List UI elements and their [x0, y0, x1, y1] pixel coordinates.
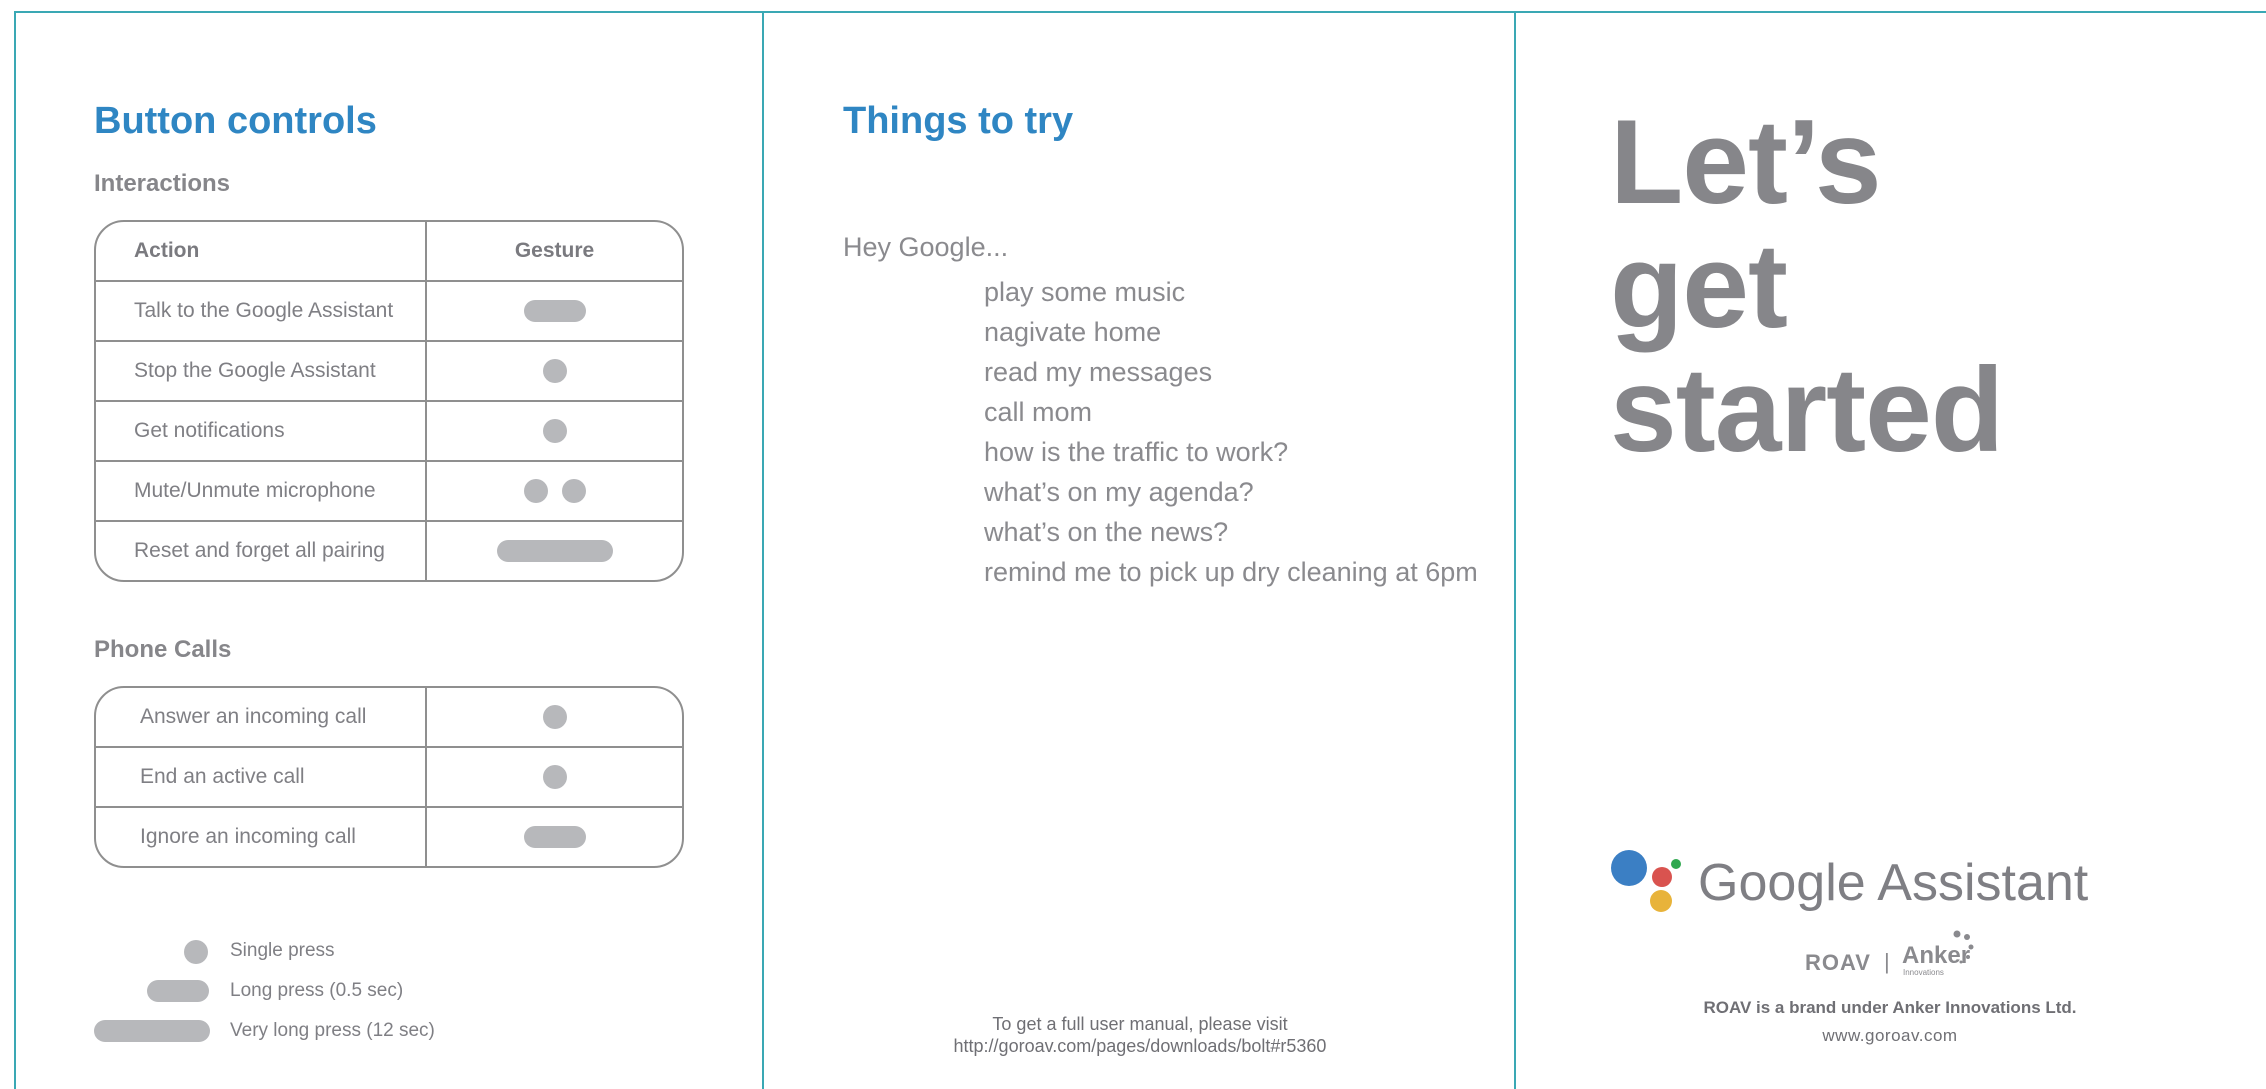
long-press-icon [523, 826, 586, 848]
hey-google-prompt: Hey Google... [843, 232, 1009, 262]
legend-label: Long press (0.5 sec) [230, 980, 404, 1001]
legend-label: Very long press (12 sec) [230, 1020, 435, 1041]
single-press-icon [542, 419, 567, 443]
gesture-cell [427, 748, 682, 806]
table-row: Talk to the Google Assistant [96, 280, 682, 340]
brand-tagline: ROAV is a brand under Anker Innovations … [1703, 998, 2077, 1017]
manual-note: To get a full user manual, please visit … [940, 1013, 1340, 1057]
interactions-subtitle: Interactions [94, 170, 231, 197]
action-cell: Mute/Unmute microphone [96, 462, 427, 520]
list-item: remind me to pick up dry cleaning at 6pm [984, 557, 1478, 587]
legend-label: Single press [230, 940, 335, 961]
headline-line-3: started [1610, 343, 2004, 477]
action-cell: Stop the Google Assistant [96, 342, 427, 400]
google-assistant-wordmark: Google Assistant [1698, 854, 2089, 912]
table-row: Get notifications [96, 400, 682, 460]
table-header-row: Action Gesture [96, 222, 682, 280]
action-cell: Answer an incoming call [96, 688, 427, 746]
gesture-cell [427, 522, 682, 580]
action-column-header: Action [96, 222, 427, 280]
brand-logos: ROAV | Anker Innovations [1805, 930, 1985, 980]
table-row: Stop the Google Assistant [96, 340, 682, 400]
website-link[interactable]: www.goroav.com [1660, 1026, 2120, 1046]
panel-divider-left [762, 11, 764, 1089]
gesture-cell [427, 282, 682, 340]
things-to-try-title: Things to try [843, 100, 1074, 142]
gesture-cell [427, 402, 682, 460]
list-item: play some music [984, 277, 1186, 307]
single-press-icon [542, 359, 567, 383]
action-cell: Reset and forget all pairing [96, 522, 427, 580]
gesture-cell [427, 688, 682, 746]
list-item: what’s on the news? [984, 517, 1229, 547]
google-assistant-logo: Google Assistant [1610, 848, 2088, 918]
roav-logo: ROAV [1805, 950, 1871, 975]
anker-dots-icon [1953, 930, 1974, 964]
phone-calls-table: Answer an incoming call End an active ca… [94, 686, 684, 868]
list-item: what’s on my agenda? [984, 477, 1254, 507]
legend-item-single: Single press [94, 938, 494, 966]
very-long-press-icon [496, 540, 613, 562]
gesture-cell [427, 808, 682, 866]
try-list: play some music nagivate home read my me… [984, 272, 1478, 592]
long-press-icon [523, 300, 586, 322]
phone-calls-subtitle: Phone Calls [94, 636, 232, 663]
table-row: Reset and forget all pairing [96, 520, 682, 580]
table-row: Ignore an incoming call [96, 806, 682, 866]
manual-url-link[interactable]: http://goroav.com/pages/downloads/bolt#r… [940, 1035, 1340, 1057]
list-item: nagivate home [984, 317, 1162, 347]
table-row: Mute/Unmute microphone [96, 460, 682, 520]
headline-line-1: Let’s [1610, 95, 1882, 229]
panel-divider-right [1514, 11, 1516, 1089]
legend-item-very-long: Very long press (12 sec) [94, 1018, 494, 1046]
action-cell: Get notifications [96, 402, 427, 460]
google-assistant-dots-icon [1611, 850, 1681, 912]
legend-item-long: Long press (0.5 sec) [94, 978, 494, 1006]
single-press-icon [184, 940, 208, 964]
table-row: End an active call [96, 746, 682, 806]
double-press-icon [523, 479, 586, 503]
gesture-column-header: Gesture [514, 239, 595, 262]
list-item: read my messages [984, 357, 1213, 387]
gesture-cell [427, 342, 682, 400]
long-press-icon [147, 980, 209, 1002]
list-item: how is the traffic to work? [984, 437, 1289, 467]
table-row: Answer an incoming call [96, 688, 682, 746]
list-item: call mom [984, 397, 1093, 427]
action-cell: End an active call [96, 748, 427, 806]
single-press-icon [542, 765, 567, 789]
manual-note-text: To get a full user manual, please visit [992, 1014, 1288, 1034]
interactions-table: Action Gesture Talk to the Google Assist… [94, 220, 684, 582]
button-controls-title: Button controls [94, 100, 377, 142]
anker-logo-subtitle: Innovations [1903, 968, 1944, 977]
action-cell: Talk to the Google Assistant [96, 282, 427, 340]
headline-line-2: get [1610, 219, 1788, 353]
single-press-icon [542, 705, 567, 729]
gesture-cell [427, 462, 682, 520]
action-cell: Ignore an incoming call [96, 808, 427, 866]
very-long-press-icon [94, 1020, 210, 1042]
brand-separator: | [1884, 949, 1890, 974]
